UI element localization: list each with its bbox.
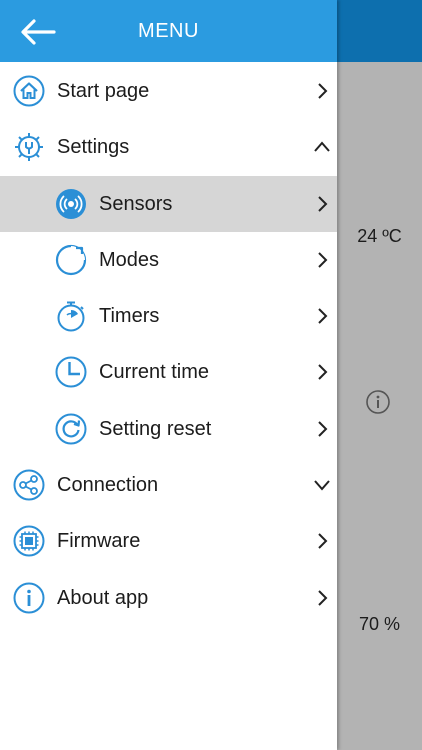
menu-item-label: Connection [57,474,159,497]
chevron-down-icon [314,480,330,491]
menu-item-about-app[interactable]: About app [0,570,337,626]
menu-item-settings[interactable]: Settings [0,119,337,175]
menu-item-label: Timers [99,305,160,328]
drawer-header: MENU [0,0,337,62]
menu-item-current-time[interactable]: Current time [0,344,337,400]
info-icon[interactable] [366,390,390,414]
timer-icon [57,301,85,332]
reset-icon [55,413,87,445]
home-icon [13,75,45,107]
menu-item-label: Start page [57,80,150,102]
info-icon [13,582,45,614]
menu-item-label: Firmware [57,530,141,553]
menu-item-label: Current time [99,361,210,384]
menu-item-firmware[interactable]: Firmware [0,513,337,569]
gear-icon [15,133,43,162]
chip-icon [13,525,45,557]
chevron-up-icon [314,141,330,152]
modes-icon [55,244,87,275]
back-arrow-icon[interactable] [20,18,56,46]
background-app-header [337,0,422,62]
menu-item-label: Settings [57,136,130,159]
chevron-right-icon [318,533,328,550]
menu-item-label: Modes [99,248,160,271]
menu-item-setting-reset[interactable]: Setting reset [0,401,337,457]
humidity-readout: 70 % [358,614,401,634]
menu-item-label: About app [57,586,149,609]
chevron-right-icon [318,195,328,212]
menu-item-start-page[interactable]: Start page [0,63,337,119]
chevron-right-icon [318,589,328,606]
menu-item-label: Sensors [99,192,173,215]
share-icon [13,469,45,501]
chevron-right-icon [318,252,328,268]
chevron-right-icon [318,421,328,437]
navigation-drawer: MENU Start page Settings Sensors Modes T… [0,0,337,750]
menu-item-connection[interactable]: Connection [0,457,337,513]
chevron-right-icon [318,83,328,99]
menu-item-sensors[interactable]: Sensors [0,175,337,232]
menu-list: Start page Settings Sensors Modes Timers… [0,63,337,626]
clock-icon [55,356,87,388]
temperature-readout: 24 ºC [357,226,402,246]
chevron-right-icon [318,364,328,381]
chevron-right-icon [318,308,328,324]
menu-item-label: Setting reset [99,417,212,440]
menu-item-timers[interactable]: Timers [0,288,337,344]
sensor-icon [56,188,86,219]
menu-item-modes[interactable]: Modes [0,232,337,288]
